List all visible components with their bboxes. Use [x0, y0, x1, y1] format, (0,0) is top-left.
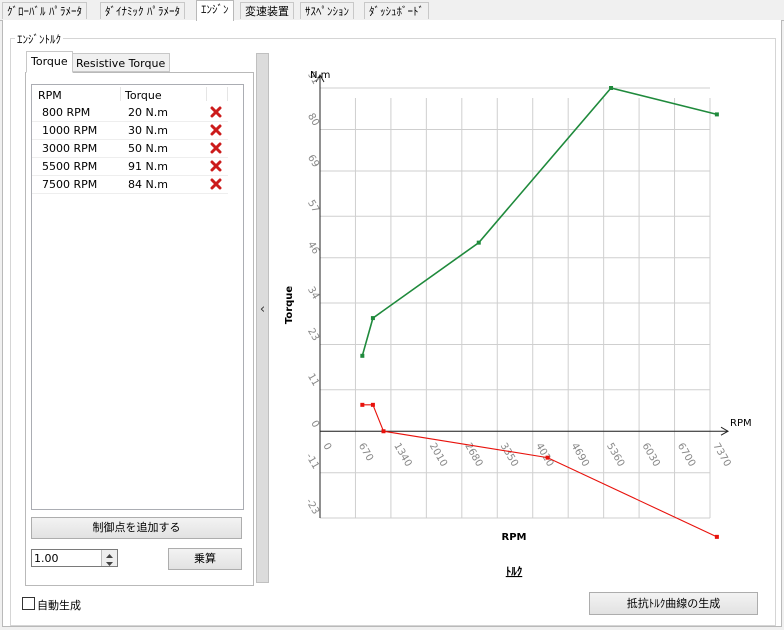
torque-cell: 50 N.m	[128, 142, 168, 155]
torque-cell: 84 N.m	[128, 178, 168, 191]
delete-icon[interactable]	[210, 124, 222, 136]
group-title: ｴﾝｼﾞﾝﾄﾙｸ	[15, 31, 63, 47]
data-point	[381, 429, 386, 434]
tab-global-parameters[interactable]: ｸﾞﾛｰﾊﾞﾙ ﾊﾟﾗﾒｰﾀ	[2, 2, 87, 19]
y-tick-label: 46	[305, 240, 321, 257]
data-point	[370, 402, 375, 407]
y-tick-labels: -23-1101123344657698091	[303, 70, 321, 517]
delete-icon[interactable]	[210, 160, 222, 172]
torque-cell: 20 N.m	[128, 106, 168, 119]
y-tick-label: 80	[305, 111, 321, 128]
auto-generate-label: 自動生成	[37, 599, 81, 612]
data-point	[714, 534, 719, 539]
add-control-point-button[interactable]: 制御点を追加する	[31, 517, 242, 539]
auto-generate-checkbox[interactable]	[22, 597, 35, 610]
y-tick-label: 69	[305, 153, 321, 170]
y-tick-label: 23	[305, 326, 321, 343]
table-row[interactable]: 3000 RPM 50 N.m	[32, 139, 228, 158]
x-tick-label: 4020	[533, 441, 555, 469]
series-points	[360, 86, 719, 539]
rpm-cell: 1000 RPM	[42, 124, 98, 137]
tab-transmission[interactable]: 変速装置	[240, 2, 294, 19]
delete-icon[interactable]	[210, 106, 222, 118]
rpm-cell: 800 RPM	[42, 106, 91, 119]
rpm-cell: 7500 RPM	[42, 178, 98, 191]
column-header-rpm: RPM	[38, 89, 62, 102]
y-tick-label: 11	[305, 372, 321, 389]
y-tick-label: 34	[305, 285, 321, 302]
y-tick-label: -23	[303, 497, 321, 517]
multiply-button[interactable]: 乗算	[168, 548, 242, 570]
torque-cell: 30 N.m	[128, 124, 168, 137]
x-tick-label: 2010	[427, 441, 449, 469]
tab-resistive-torque[interactable]: Resistive Torque	[71, 53, 171, 72]
data-point	[360, 402, 365, 407]
spin-down-button[interactable]	[101, 558, 117, 566]
data-point	[545, 455, 550, 460]
x-tick-label: 0	[320, 441, 333, 452]
series-line	[362, 404, 718, 538]
x-axis-label: RPM	[502, 532, 527, 543]
data-point	[476, 240, 481, 245]
torque-points-list[interactable]: RPM Torque 800 RPM 20 N.m 1000 RPM 30 N.…	[31, 84, 244, 510]
data-point	[714, 112, 719, 117]
y-tick-label: 0	[308, 419, 321, 430]
table-row[interactable]: 7500 RPM 84 N.m	[32, 175, 228, 194]
torque-chart: 0 670 1340 2010 2680 3350 4020 4690 5360 6030 6700…	[284, 70, 752, 578]
column-header-torque: Torque	[125, 89, 162, 102]
tab-dashboard[interactable]: ﾀﾞｯｼｭﾎﾞｰﾄﾞ	[364, 2, 429, 19]
chart-title: ﾄﾙｸ	[506, 565, 523, 578]
table-row[interactable]: 1000 RPM 30 N.m	[32, 121, 228, 140]
data-point	[360, 353, 365, 358]
tab-suspension[interactable]: ｻｽﾍﾟﾝｼｮﾝ	[300, 2, 354, 19]
table-row[interactable]: 5500 RPM 91 N.m	[32, 157, 228, 176]
x-tick-label: 1340	[391, 441, 413, 469]
x-tick-label: 4690	[569, 441, 591, 469]
data-point	[609, 86, 614, 90]
y-axis-label: Torque	[284, 286, 295, 325]
tab-torque[interactable]: Torque	[26, 51, 73, 73]
y-unit-label: N.m	[310, 70, 330, 81]
generate-resistive-curve-button[interactable]: 抵抗ﾄﾙｸ曲線の生成	[589, 592, 758, 615]
x-tick-label: 5360	[604, 441, 626, 469]
multiplier-spinbox[interactable]	[31, 549, 118, 567]
main-tab-strip: ｸﾞﾛｰﾊﾞﾙ ﾊﾟﾗﾒｰﾀ ﾀﾞｲﾅﾐｯｸ ﾊﾟﾗﾒｰﾀ ｴﾝｼﾞﾝ 変速装置…	[0, 0, 784, 21]
x-tick-labels: 0 670 1340 2010 2680 3350 4020 4690 5360 6030 6700…	[320, 441, 732, 469]
delete-icon[interactable]	[210, 142, 222, 154]
table-row[interactable]: 800 RPM 20 N.m	[32, 103, 228, 122]
series-line	[361, 87, 718, 357]
tab-engine[interactable]: ｴﾝｼﾞﾝ	[196, 0, 234, 21]
arrow-down-icon	[106, 562, 113, 566]
y-tick-label: -11	[303, 452, 321, 472]
rpm-cell: 3000 RPM	[42, 142, 98, 155]
chart-axes	[315, 73, 730, 518]
delete-icon[interactable]	[210, 178, 222, 190]
multiplier-input[interactable]	[34, 551, 98, 565]
panel-splitter[interactable]: ‹	[256, 53, 269, 583]
x-tick-label: 6700	[675, 441, 697, 469]
series-lines	[361, 87, 718, 538]
torque-cell: 91 N.m	[128, 160, 168, 173]
collapse-chevron-icon[interactable]: ‹	[257, 302, 268, 317]
x-tick-label: 6030	[639, 441, 661, 469]
rpm-cell: 5500 RPM	[42, 160, 98, 173]
y-tick-label: 57	[305, 198, 321, 215]
x-unit-label: RPM	[730, 418, 752, 429]
x-tick-label: 7370	[710, 441, 732, 469]
x-tick-label: 3350	[498, 441, 520, 469]
data-point	[370, 316, 375, 321]
tab-dynamic-parameters[interactable]: ﾀﾞｲﾅﾐｯｸ ﾊﾟﾗﾒｰﾀ	[100, 2, 185, 19]
x-tick-label: 670	[356, 441, 375, 463]
